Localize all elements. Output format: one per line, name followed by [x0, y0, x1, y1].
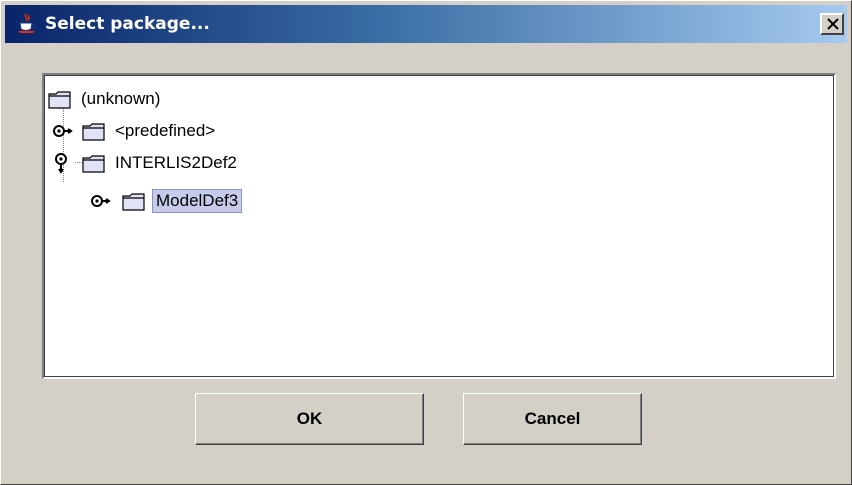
window-title: Select package...	[45, 14, 210, 34]
tree-node-label-selected: ModelDef3	[152, 189, 243, 213]
package-tree[interactable]: (unknown) <predefined> INTERLIS2Def2 Mod…	[42, 73, 836, 379]
tree-node-predefined[interactable]: <predefined>	[52, 119, 312, 145]
folder-icon	[82, 123, 105, 141]
close-button[interactable]	[820, 13, 844, 35]
ok-button[interactable]: OK	[195, 393, 424, 445]
folder-icon	[122, 193, 145, 211]
cancel-button[interactable]: Cancel	[463, 393, 642, 445]
close-x-icon	[827, 18, 839, 30]
tree-node-modeldef3[interactable]: ModelDef3	[90, 189, 350, 215]
expanded-key-handle-icon[interactable]	[52, 152, 74, 174]
tree-node-unknown[interactable]: (unknown)	[48, 87, 248, 113]
folder-icon	[82, 155, 105, 173]
folder-icon	[48, 91, 71, 109]
collapsed-key-handle-icon[interactable]	[90, 191, 112, 213]
tree-node-interlis2def2[interactable]: INTERLIS2Def2	[52, 151, 352, 177]
collapsed-key-handle-icon[interactable]	[52, 121, 74, 143]
tree-node-label: <predefined>	[115, 121, 216, 140]
select-package-dialog: Select package... (unknown) <predefined>…	[0, 0, 852, 485]
title-bar[interactable]: Select package...	[5, 5, 847, 43]
java-coffee-cup-icon	[18, 13, 36, 33]
tree-node-label: INTERLIS2Def2	[115, 153, 237, 172]
tree-node-label: (unknown)	[81, 89, 161, 108]
